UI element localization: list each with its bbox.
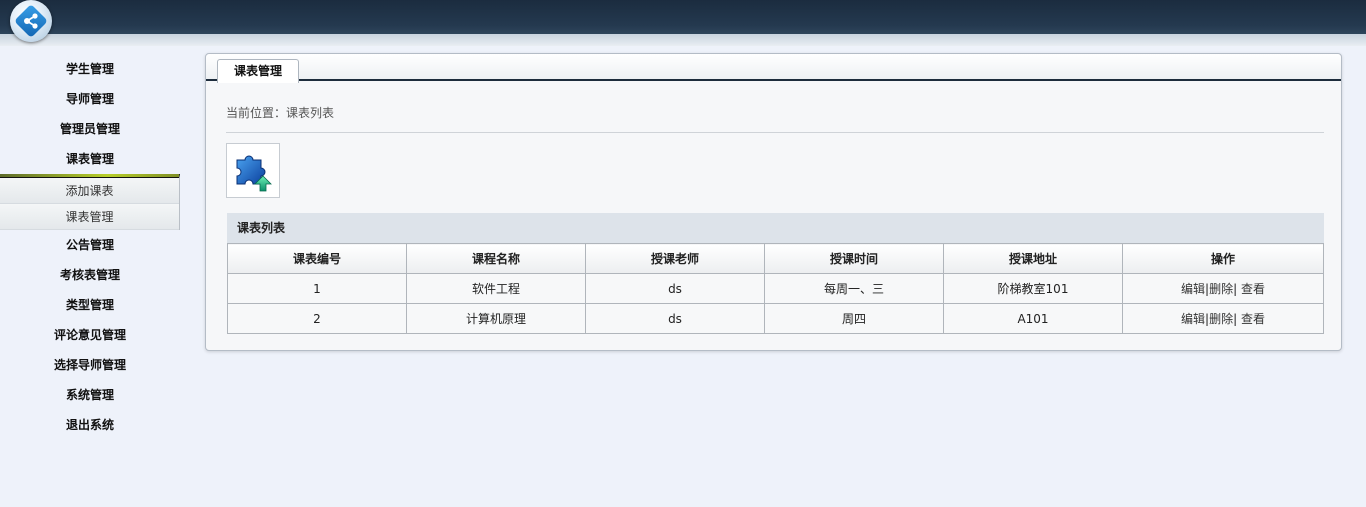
sidebar-item-schedule[interactable]: 课表管理	[0, 144, 180, 174]
add-schedule-button[interactable]	[226, 143, 280, 198]
submenu-item-add-schedule[interactable]: 添加课表	[0, 178, 179, 204]
cell-actions: 编辑|删除| 查看	[1122, 303, 1324, 334]
sidebar-item-comments[interactable]: 评论意见管理	[0, 320, 180, 350]
cell-teacher: ds	[585, 273, 765, 304]
sidebar-item-system[interactable]: 系统管理	[0, 380, 180, 410]
sidebar-item-students[interactable]: 学生管理	[0, 54, 180, 84]
edit-link[interactable]: 编辑	[1181, 312, 1205, 326]
header-stripe	[0, 34, 1366, 46]
sidebar: 学生管理 导师管理 管理员管理 课表管理 添加课表 课表管理 公告管理 考核表管…	[0, 54, 180, 440]
cell-id: 2	[227, 303, 407, 334]
sidebar-item-assessment[interactable]: 考核表管理	[0, 260, 180, 290]
schedule-submenu: 添加课表 课表管理	[0, 174, 180, 230]
table-row: 2 计算机原理 ds 周四 A101 编辑|删除| 查看	[227, 303, 1324, 334]
cell-location: 阶梯教室101	[943, 273, 1123, 304]
column-header-actions: 操作	[1122, 243, 1324, 274]
cell-id: 1	[227, 273, 407, 304]
column-header-time: 授课时间	[764, 243, 944, 274]
divider	[226, 132, 1324, 133]
sidebar-item-announcements[interactable]: 公告管理	[0, 230, 180, 260]
column-header-teacher: 授课老师	[585, 243, 765, 274]
cell-location: A101	[943, 303, 1123, 334]
edit-link[interactable]: 编辑	[1181, 282, 1205, 296]
cell-teacher: ds	[585, 303, 765, 334]
breadcrumb: 当前位置：课表列表	[226, 106, 335, 120]
main-panel: 课表管理 当前位置：课表列表 课表列表 课表编号 课程名称 授课老师 授课时间 …	[205, 53, 1342, 351]
column-header-course: 课程名称	[406, 243, 586, 274]
sidebar-item-tutors[interactable]: 导师管理	[0, 84, 180, 114]
sidebar-item-select-tutor[interactable]: 选择导师管理	[0, 350, 180, 380]
list-title: 课表列表	[227, 213, 1324, 243]
delete-link[interactable]: 删除	[1209, 282, 1233, 296]
submenu-item-manage-schedule[interactable]: 课表管理	[0, 204, 179, 230]
tab-schedule-management[interactable]: 课表管理	[217, 59, 299, 83]
cell-time: 周四	[764, 303, 944, 334]
logo	[10, 0, 52, 42]
share-nodes-icon	[24, 13, 38, 29]
panel-header: 课表管理	[206, 54, 1341, 83]
view-link[interactable]: 查看	[1237, 312, 1265, 326]
table-row: 1 软件工程 ds 每周一、三 阶梯教室101 编辑|删除| 查看	[227, 273, 1324, 304]
delete-link[interactable]: 删除	[1209, 312, 1233, 326]
table-header-row: 课表编号 课程名称 授课老师 授课时间 授课地址 操作	[227, 243, 1324, 274]
sidebar-item-types[interactable]: 类型管理	[0, 290, 180, 320]
top-header	[0, 0, 1366, 46]
puzzle-add-icon	[236, 155, 272, 192]
sidebar-item-admins[interactable]: 管理员管理	[0, 114, 180, 144]
column-header-id: 课表编号	[227, 243, 407, 274]
cell-time: 每周一、三	[764, 273, 944, 304]
cell-course: 计算机原理	[406, 303, 586, 334]
cell-course: 软件工程	[406, 273, 586, 304]
view-link[interactable]: 查看	[1237, 282, 1265, 296]
schedule-table: 课表编号 课程名称 授课老师 授课时间 授课地址 操作 1 软件工程 ds 每周…	[227, 243, 1324, 334]
cell-actions: 编辑|删除| 查看	[1122, 273, 1324, 304]
column-header-location: 授课地址	[943, 243, 1123, 274]
sidebar-item-logout[interactable]: 退出系统	[0, 410, 180, 440]
